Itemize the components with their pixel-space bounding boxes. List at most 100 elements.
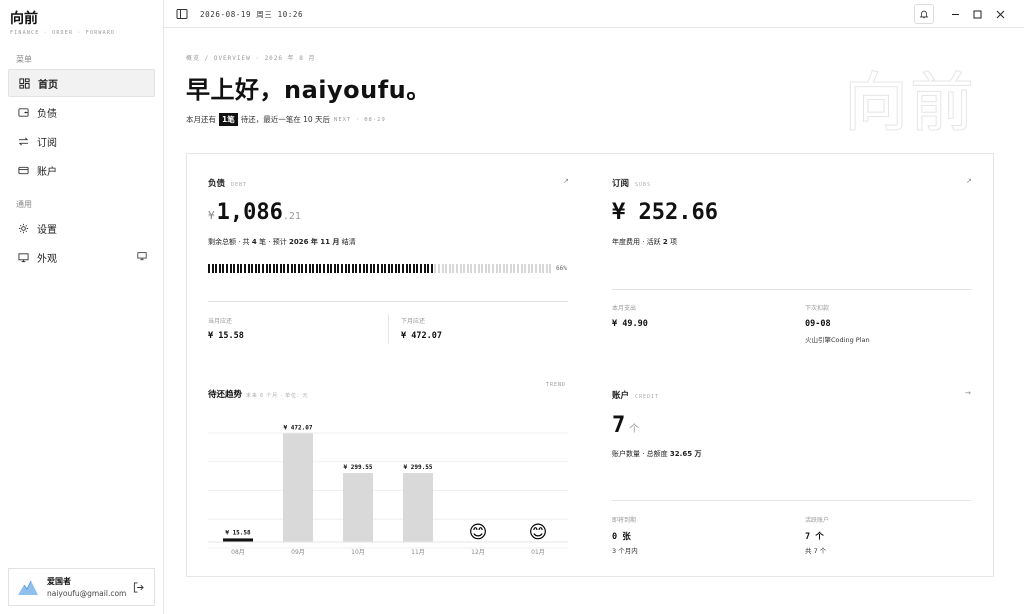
currency-symbol: ¥ xyxy=(208,209,215,222)
divider xyxy=(612,500,971,501)
minimize-icon xyxy=(951,13,959,15)
user-name: 爱国者 xyxy=(47,577,71,586)
payoff-date: 2026 年 11 月 xyxy=(288,238,340,246)
summary-text: 结清 xyxy=(341,238,356,246)
progress-segment xyxy=(373,264,376,273)
breadcrumb: 概览 / OVERVIEW · 2026 年 8 月 xyxy=(186,55,316,62)
datetime: 2026-08-19 周三 10:26 xyxy=(200,10,304,19)
sidebar-item-home[interactable]: 首页 xyxy=(8,69,155,97)
card-title-text: 负债 xyxy=(208,179,226,189)
notification-button[interactable] xyxy=(914,4,934,24)
empty-smile-icon: 😊 xyxy=(469,522,488,543)
progress-segment xyxy=(290,264,293,273)
sidebar-item-label: 订阅 xyxy=(37,137,57,149)
summary-text: 剩余总额 · 共 xyxy=(208,238,250,246)
progress-segment xyxy=(438,264,440,273)
gear-icon xyxy=(17,222,29,234)
sidebar-item-label: 设置 xyxy=(37,224,57,236)
progress-segment xyxy=(459,264,462,273)
sidebar-item-appearance[interactable]: 外观 xyxy=(8,243,155,271)
progress-segment xyxy=(222,264,225,273)
maximize-button[interactable] xyxy=(970,7,984,21)
chart-bar xyxy=(223,538,253,542)
user-card[interactable]: 爱国者 naiyoufu@gmail.com xyxy=(8,568,155,606)
sidebar-item-settings[interactable]: 设置 xyxy=(8,214,155,242)
progress-segment xyxy=(337,264,340,273)
progress-segment xyxy=(452,264,455,273)
sidebar-item-label: 负债 xyxy=(37,108,57,120)
progress-segment xyxy=(484,264,487,273)
chart-bar xyxy=(283,433,313,542)
sidebar-item-label: 账户 xyxy=(37,166,57,178)
sidebar-toggle-icon[interactable] xyxy=(176,8,188,20)
subs-arrow-icon[interactable]: ↗ xyxy=(966,177,972,185)
wallet-icon xyxy=(17,106,29,118)
progress-segment xyxy=(243,264,246,273)
progress-segment xyxy=(233,264,236,273)
monitor-icon[interactable] xyxy=(137,251,147,264)
card-title-en: CREDIT xyxy=(635,394,660,400)
progress-segment xyxy=(315,264,318,273)
sidebar-item-debt[interactable]: 负债 xyxy=(8,98,155,126)
account-unit: 个 xyxy=(629,424,640,435)
progress-segment xyxy=(376,264,379,273)
progress-segment xyxy=(542,264,545,273)
progress-segment xyxy=(340,264,343,273)
current-month-due-label: 当月应还 xyxy=(208,318,233,325)
close-button[interactable] xyxy=(993,7,1007,21)
progress-segment xyxy=(420,264,423,273)
bell-icon xyxy=(919,10,929,19)
progress-segment xyxy=(355,264,358,273)
progress-segment xyxy=(466,264,469,273)
credit-total: 32.65 万 xyxy=(669,450,702,458)
next-charge-date: 09-08 xyxy=(805,319,831,329)
progress-segment xyxy=(351,264,354,273)
progress-segment xyxy=(358,264,361,273)
accounts-card-title[interactable]: 账户 CREDIT xyxy=(612,389,659,401)
sidebar: 向前 FINANCE · ORDER · FORWARD 菜单 首页 负债 订阅… xyxy=(0,0,164,614)
progress-segment xyxy=(495,264,498,273)
logout-icon[interactable] xyxy=(133,582,144,593)
divider xyxy=(388,314,389,344)
summary-text: 项 xyxy=(670,238,678,246)
progress-segment xyxy=(236,264,239,273)
reminder-text: 本月还有 xyxy=(186,115,216,124)
progress-segment xyxy=(308,264,311,273)
subs-count: 2 xyxy=(662,238,668,246)
sidebar-item-accounts[interactable]: 账户 xyxy=(8,156,155,184)
debt-arrow-icon[interactable]: ↗ xyxy=(563,177,569,185)
debt-card-title[interactable]: 负债 DEBT xyxy=(208,177,247,189)
chart-bar xyxy=(403,473,433,542)
next-month-due-value: ¥ 472.07 xyxy=(401,331,442,341)
progress-segment xyxy=(362,264,365,273)
progress-segment xyxy=(455,264,458,273)
summary-text: 账户数量 · 总额度 xyxy=(612,450,668,458)
monitor-icon xyxy=(17,251,29,263)
progress-segment xyxy=(524,264,527,273)
bar-value-label: ¥ 299.55 xyxy=(344,464,373,471)
minimize-button[interactable] xyxy=(948,7,962,21)
chart-subtitle: 未来 6 个月 · 单位：元 xyxy=(246,393,309,399)
due-count-badge: 1笔 xyxy=(219,113,238,126)
divider xyxy=(612,289,971,290)
accounts-summary: 账户数量 · 总额度 32.65 万 xyxy=(612,449,702,459)
progress-segment xyxy=(520,264,523,273)
debt-summary: 剩余总额 · 共 4 笔 · 预计 2026 年 11 月 结清 xyxy=(208,237,356,247)
progress-segment xyxy=(251,264,254,273)
sidebar-item-subscriptions[interactable]: 订阅 xyxy=(8,127,155,155)
progress-segment xyxy=(265,264,268,273)
progress-segment xyxy=(225,264,228,273)
progress-segment xyxy=(445,264,448,273)
progress-segment xyxy=(380,264,383,273)
progress-segment xyxy=(272,264,275,273)
accounts-arrow-icon[interactable]: → xyxy=(965,389,971,397)
avatar xyxy=(18,580,38,595)
watermark: 向前 xyxy=(844,67,976,142)
expiring-value: 0 张 xyxy=(612,532,631,542)
progress-segment xyxy=(247,264,250,273)
account-count: 7 xyxy=(612,413,626,438)
reminder-text: 待还，最近一笔在 10 天后 xyxy=(240,115,331,124)
progress-segment xyxy=(279,264,282,273)
subs-card-title[interactable]: 订阅 SUBS xyxy=(612,177,651,189)
progress-segment xyxy=(287,264,290,273)
